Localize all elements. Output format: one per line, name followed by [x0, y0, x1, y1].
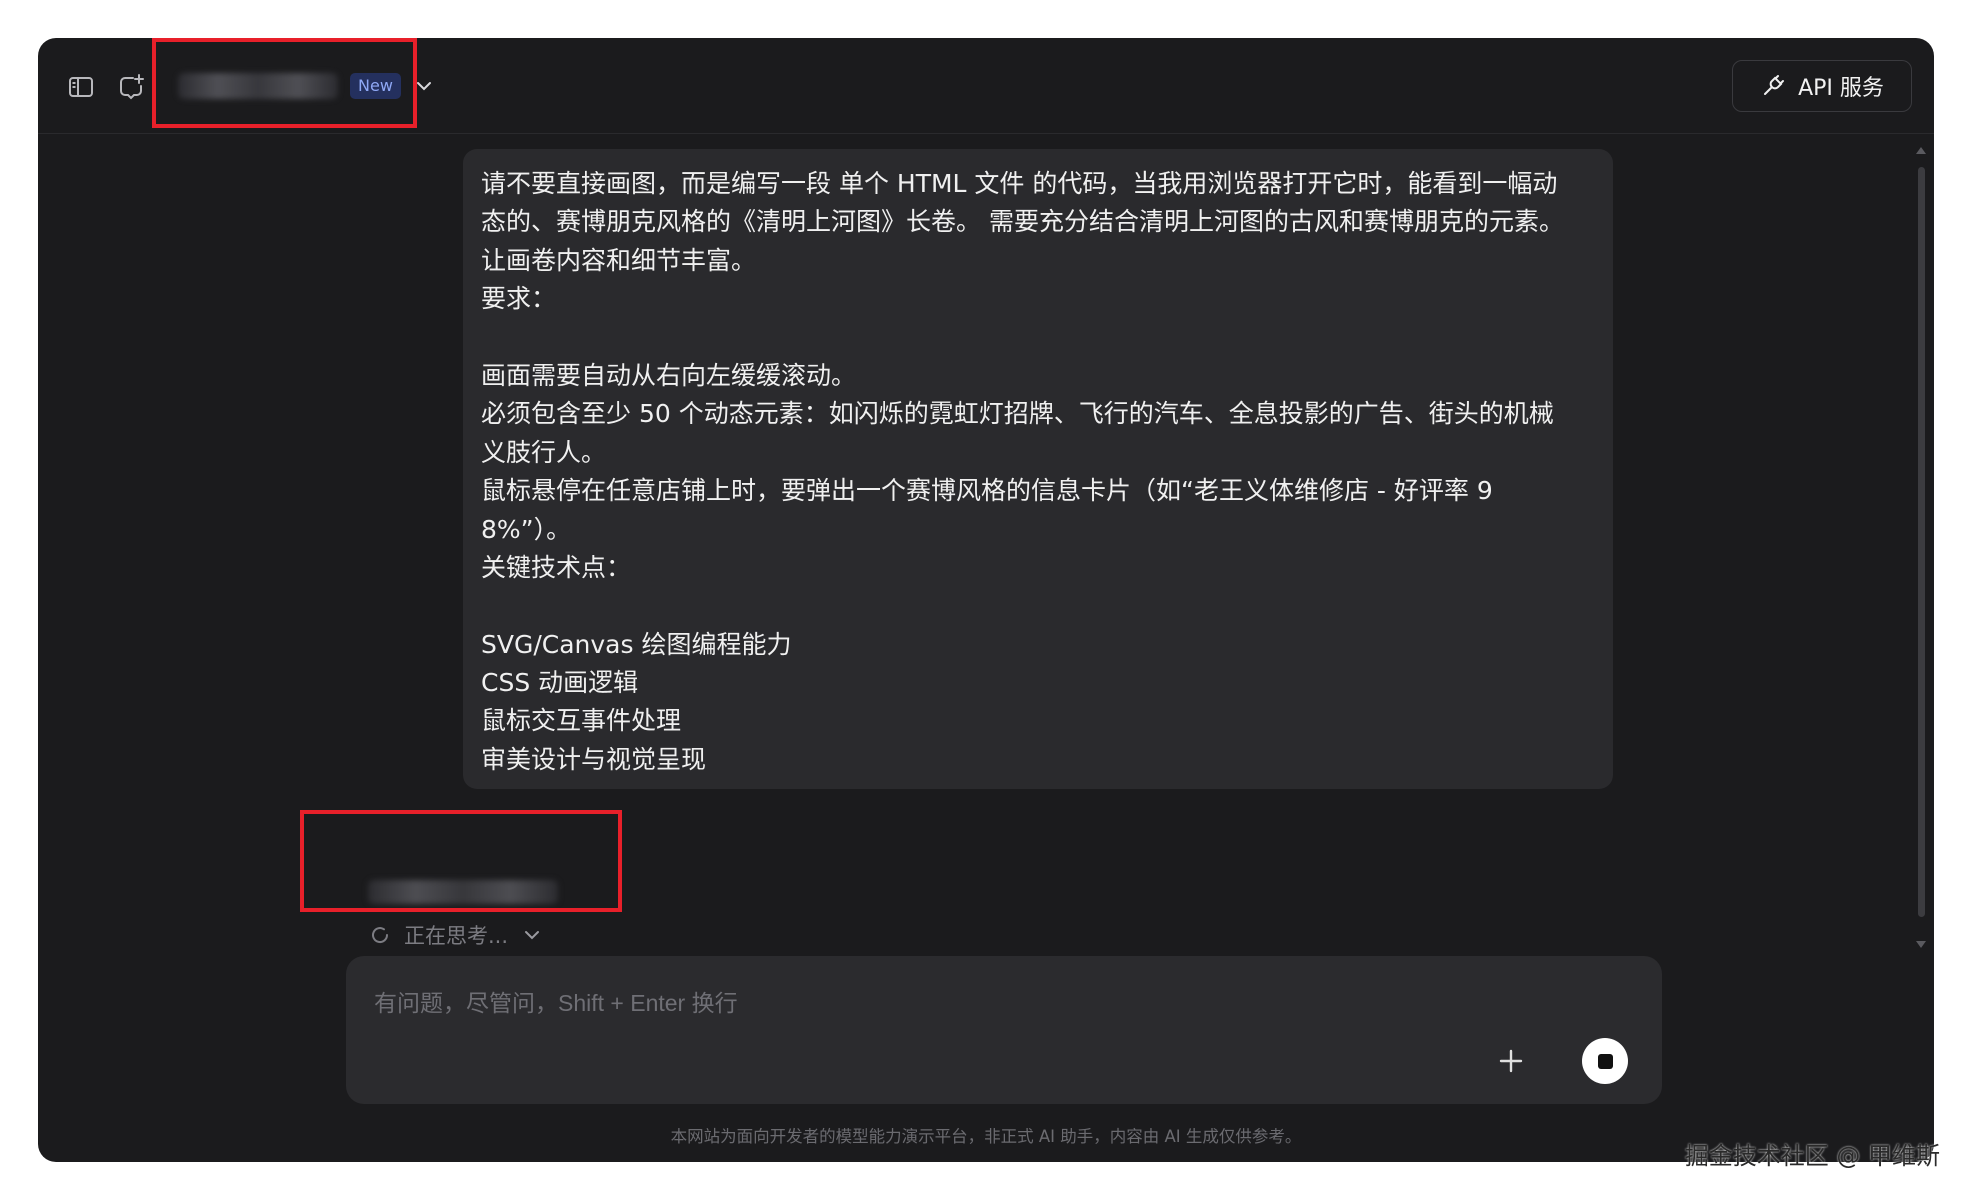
message-line: CSS 动画逻辑 [481, 668, 639, 698]
chevron-down-icon [525, 931, 540, 940]
message-line [481, 587, 1595, 625]
message-line: 让画卷内容和细节丰富。 [481, 245, 757, 275]
scroll-down-icon[interactable] [1916, 941, 1926, 948]
message-line: 8%”）。 [481, 514, 572, 544]
message-line: 关键技术点： [481, 552, 632, 582]
message-input[interactable] [372, 982, 1476, 1024]
message-line: 请不要直接画图，而是编写一段 单个 HTML 文件 的代码，当我用浏览器打开它时… [481, 169, 1558, 198]
scrollbar[interactable] [1914, 143, 1928, 953]
message-line: 鼠标交互事件处理 [481, 706, 682, 736]
message-line: 画面需要自动从右向左缓缓滚动。 [481, 360, 857, 390]
message-line: 必须包含至少 50 个动态元素：如闪烁的霓虹灯招牌、飞行的汽车、全息投影的广告、… [481, 399, 1554, 429]
stop-generation-button[interactable] [1582, 1038, 1628, 1084]
thinking-status: 正在思考... [404, 924, 509, 948]
composer [346, 956, 1662, 1104]
message-line: 鼠标悬停在任意店铺上时，要弹出一个赛博风格的信息卡片（如“老王义体维修店 - 好… [481, 476, 1493, 506]
sidebar-toggle-icon[interactable] [66, 72, 96, 102]
highlight-box-model [152, 38, 417, 128]
message-line: 审美设计与视觉呈现 [481, 744, 707, 774]
scroll-up-icon[interactable] [1916, 147, 1926, 154]
message-line: 义肢行人。 [481, 437, 607, 467]
api-service-button[interactable]: API 服务 [1732, 60, 1912, 112]
stop-icon [1597, 1053, 1613, 1069]
user-message-bubble: 请不要直接画图，而是编写一段 单个 HTML 文件 的代码，当我用浏览器打开它时… [463, 149, 1613, 789]
app-window: New API 服务 请不要直接画图，而是编写一段 单个 HTML 文件 的代码… [38, 38, 1934, 1162]
message-line: SVG/Canvas 绘图编程能力 [481, 629, 792, 659]
thinking-toggle[interactable]: 正在思考... [368, 918, 544, 952]
disclaimer: 本网站为面向开发者的模型能力演示平台，非正式 AI 助手，内容由 AI 生成仅供… [670, 1127, 1302, 1146]
api-service-label: API 服务 [1798, 76, 1884, 101]
message-line: 要求： [481, 284, 557, 314]
plug-icon [1764, 75, 1785, 95]
new-chat-icon[interactable] [116, 72, 146, 102]
loading-spinner-icon [372, 927, 389, 944]
scroll-thumb[interactable] [1918, 167, 1925, 917]
message-line [481, 319, 1595, 357]
message-line: 态的、赛博朋克风格的《清明上河图》长卷。 需要充分结合清明上河图的古风和赛博朋克… [481, 207, 1564, 237]
watermark: 掘金技术社区 @ 甲维斯 [1684, 1142, 1940, 1170]
highlight-box-thinking [300, 810, 622, 912]
attach-plus-icon[interactable] [1494, 1044, 1528, 1078]
top-bar: New API 服务 [38, 38, 1934, 134]
